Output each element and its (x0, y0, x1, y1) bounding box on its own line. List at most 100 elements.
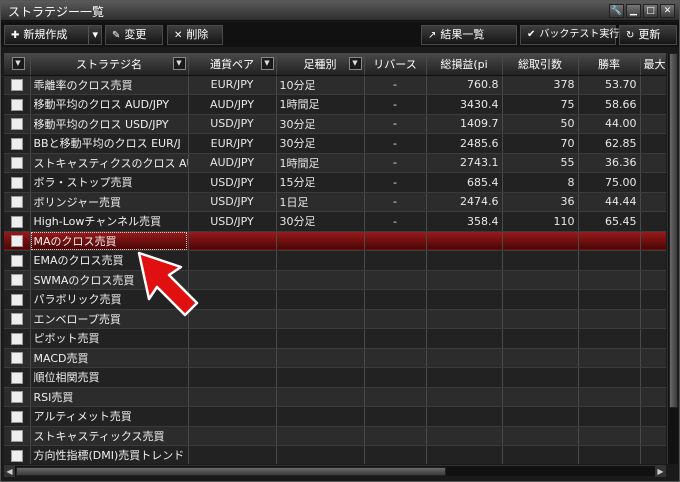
backtest-button[interactable]: ✔ バックテスト実行 (520, 25, 619, 45)
column-header-name[interactable]: ストラテジ名 ▼ (30, 53, 189, 76)
table-row[interactable]: ボリンジャー売買 USD/JPY 1日足 -2474.6 36 44.44 (4, 192, 666, 212)
checkbox[interactable] (10, 79, 23, 92)
checkbox[interactable] (10, 215, 23, 228)
table-row[interactable]: パラボリック売買 (4, 289, 666, 310)
cell-win-rate (578, 445, 641, 464)
cell-win-rate (578, 387, 641, 407)
table-row[interactable]: BBと移動平均のクロス EUR/J EUR/JPY 30分足 -2485.6 70 62.… (4, 133, 666, 154)
table-row[interactable]: 移動平均のクロス AUD/JPY AUD/JPY 1時間足 -3430.4 75 58.6… (4, 94, 666, 115)
checkbox[interactable] (10, 118, 23, 131)
checkbox[interactable] (10, 371, 23, 384)
row-checkbox[interactable] (4, 211, 31, 232)
row-checkbox[interactable] (4, 289, 31, 310)
wrench-icon[interactable]: 🔧 (609, 4, 624, 18)
column-header-trades[interactable]: 総取引数 (502, 53, 579, 76)
row-checkbox[interactable] (4, 328, 31, 349)
scroll-left-icon[interactable]: ◀ (4, 466, 15, 477)
checkbox[interactable] (10, 137, 23, 150)
cell-win-rate: 44.00 (578, 114, 641, 134)
table-row[interactable]: 移動平均のクロス USD/JPY USD/JPY 30分足 -1409.7 50 44.0… (4, 114, 666, 134)
checkbox[interactable] (10, 254, 23, 267)
filter-dropdown-icon[interactable]: ▼ (348, 57, 362, 70)
table-row[interactable]: ストキャスティクスのクロス AU AUD/JPY 1時間足 -2743.1 55 36.3… (4, 153, 666, 173)
vertical-scroll-thumb[interactable] (669, 53, 678, 408)
table-row[interactable]: 方向性指標(DMI)売買トレンド (4, 445, 666, 464)
edit-button[interactable]: ✎ 変更 (105, 25, 163, 45)
row-checkbox[interactable] (4, 250, 31, 271)
scroll-right-icon[interactable]: ▶ (655, 466, 666, 477)
row-checkbox[interactable] (4, 153, 31, 173)
checkbox[interactable] (10, 196, 23, 209)
checkbox[interactable] (10, 293, 23, 306)
table-row[interactable]: 乖離率のクロス売買 EUR/JPY 10分足 -760.8 378 53.70 (4, 75, 666, 95)
table-row[interactable]: MAのクロス売買 (4, 231, 666, 251)
checkbox[interactable] (10, 313, 23, 326)
row-checkbox[interactable] (4, 406, 31, 427)
column-header-pl[interactable]: 総損益(pi (426, 53, 503, 76)
row-checkbox[interactable] (4, 387, 31, 407)
row-checkbox[interactable] (4, 133, 31, 154)
column-header-reverse[interactable]: リバース (364, 53, 427, 76)
filter-dropdown-icon[interactable]: ▼ (260, 57, 274, 70)
new-button[interactable]: ✚ 新規作成 ▾ (4, 25, 102, 45)
row-checkbox[interactable] (4, 192, 31, 212)
close-icon[interactable]: ✕ (660, 4, 675, 18)
row-checkbox[interactable] (4, 445, 31, 464)
chevron-down-icon[interactable]: ▾ (88, 26, 98, 44)
row-checkbox[interactable] (4, 114, 31, 134)
delete-button[interactable]: ✕ 削除 (167, 25, 223, 45)
cell-currency-pair (188, 270, 277, 290)
checkbox[interactable] (10, 449, 23, 462)
column-header-winrate[interactable]: 勝率 (578, 53, 641, 76)
table-row[interactable]: RSI売買 (4, 387, 666, 407)
refresh-button[interactable]: ↻ 更新 (619, 25, 677, 45)
cell-period (276, 289, 365, 310)
row-checkbox[interactable] (4, 75, 31, 95)
arrow-icon: ↗ (428, 30, 437, 41)
cell-currency-pair (188, 328, 277, 349)
checkbox[interactable] (10, 430, 23, 443)
column-header-max[interactable]: 最大 (640, 53, 666, 76)
table-row[interactable]: ピボット売買 (4, 328, 666, 349)
table-row[interactable]: 順位相関売買 (4, 367, 666, 388)
checkbox[interactable] (10, 235, 23, 248)
table-row[interactable]: MACD売買 (4, 348, 666, 368)
table-row[interactable]: エンベロープ売買 (4, 309, 666, 329)
table-row[interactable]: SWMAのクロス売買 (4, 270, 666, 290)
maximize-icon[interactable]: □ (643, 4, 658, 18)
checkbox[interactable] (10, 391, 23, 404)
checkbox[interactable] (10, 352, 23, 365)
checkbox[interactable] (10, 98, 23, 111)
row-checkbox[interactable] (4, 94, 31, 115)
table-row[interactable]: EMAのクロス売買 (4, 250, 666, 271)
chevron-down-icon[interactable]: ▼ (11, 57, 25, 70)
row-checkbox[interactable] (4, 231, 31, 251)
minimize-icon[interactable]: ▁ (626, 4, 641, 18)
horizontal-scrollbar[interactable]: ◀ ▶ (4, 465, 666, 477)
table-row[interactable]: High-Lowチャンネル売買 USD/JPY 30分足 -358.4 110 65.45 (4, 211, 666, 232)
cell-currency-pair: AUD/JPY (188, 94, 277, 115)
row-checkbox[interactable] (4, 270, 31, 290)
row-checkbox[interactable] (4, 348, 31, 368)
column-header-period[interactable]: 足種別 ▼ (276, 53, 365, 76)
row-checkbox[interactable] (4, 309, 31, 329)
checkbox[interactable] (10, 410, 23, 423)
table-row[interactable]: ボラ・ストップ売買 USD/JPY 15分足 -685.4 8 75.00 (4, 172, 666, 193)
table-row[interactable]: アルティメット売買 (4, 406, 666, 427)
checkbox[interactable] (10, 157, 23, 170)
filter-dropdown-icon[interactable]: ▼ (172, 57, 186, 70)
checkbox[interactable] (10, 332, 23, 345)
row-checkbox[interactable] (4, 172, 31, 193)
results-button[interactable]: ↗ 結果一覧 (421, 25, 517, 45)
row-checkbox[interactable] (4, 367, 31, 388)
table-row[interactable]: ストキャスティックス売買 (4, 426, 666, 446)
column-header-pair[interactable]: 通貨ペア ▼ (188, 53, 277, 76)
checkbox[interactable] (10, 176, 23, 189)
row-checkbox[interactable] (4, 426, 31, 446)
select-all-header[interactable]: ▼ (4, 53, 31, 76)
checkbox[interactable] (10, 274, 23, 287)
horizontal-scroll-thumb[interactable] (16, 467, 446, 476)
cell-strategy-name: ボラ・ストップ売買 (30, 172, 189, 193)
vertical-scrollbar[interactable] (667, 53, 678, 464)
cell-reverse (364, 270, 427, 290)
